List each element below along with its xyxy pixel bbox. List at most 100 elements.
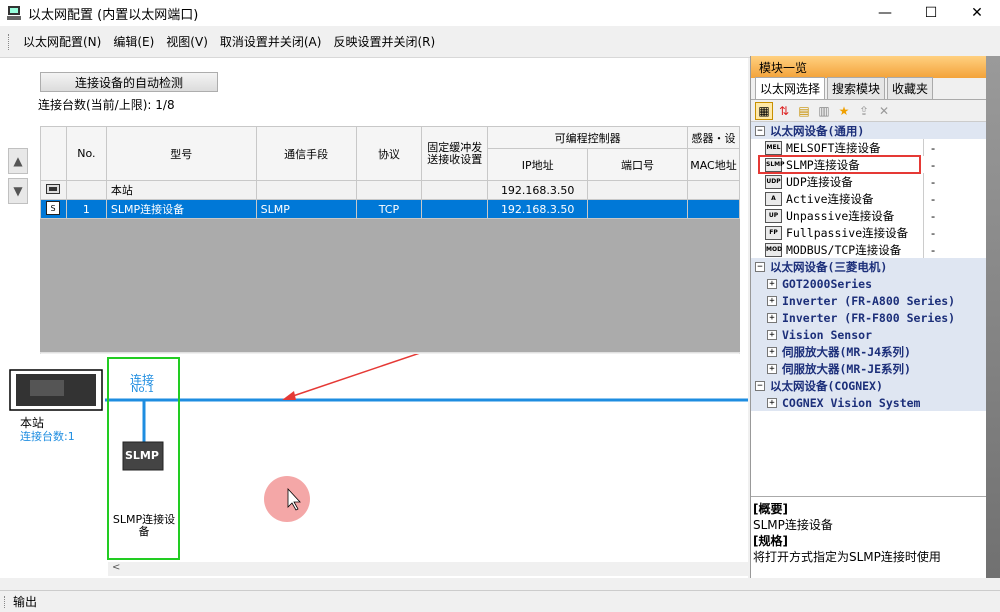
move-up-button[interactable]: ▲ bbox=[8, 148, 28, 174]
expand-icon[interactable]: + bbox=[767, 295, 777, 306]
connection-count: 连接台数(当前/上限): 1/8 bbox=[38, 98, 175, 112]
tree-item-inverter-a800[interactable]: + Inverter (FR-A800 Series) bbox=[751, 292, 1000, 309]
tree-group-label: 以太网设备(三菱电机) bbox=[770, 259, 888, 274]
tree-item-unpassive[interactable]: UP Unpassive连接设备 - bbox=[751, 207, 1000, 224]
device-table: No. 型号 通信手段 协议 固定缓冲发 送接收设置 可编程控制器 感器・设 I… bbox=[40, 126, 740, 219]
col-no[interactable]: No. bbox=[65, 126, 107, 181]
tree-group-mitsubishi[interactable]: − 以太网设备(三菱电机) bbox=[751, 258, 1000, 275]
slmp-device-icon: S bbox=[40, 199, 67, 219]
output-grip[interactable] bbox=[4, 595, 7, 608]
tree-item-servo-je[interactable]: + 伺服放大器(MR-JE系列) bbox=[751, 360, 1000, 377]
expand-all-icon[interactable]: ▤ bbox=[795, 102, 813, 120]
tree-item-active[interactable]: A Active连接设备 - bbox=[751, 190, 1000, 207]
collapse-all-icon[interactable]: ▥ bbox=[815, 102, 833, 120]
col-fixed-buffer[interactable]: 固定缓冲发 送接收设置 bbox=[421, 126, 489, 181]
slmp-device-box-label[interactable]: SLMP bbox=[125, 449, 159, 462]
col-port[interactable]: 端口号 bbox=[587, 148, 688, 181]
tree-item-inverter-f800[interactable]: + Inverter (FR-F800 Series) bbox=[751, 309, 1000, 326]
cell-ip: 192.168.3.50 bbox=[487, 180, 589, 200]
collapse-icon[interactable]: − bbox=[755, 380, 765, 391]
col-mac[interactable]: MAC地址 bbox=[686, 148, 740, 181]
cell-protocol[interactable]: TCP bbox=[355, 199, 423, 219]
cell-port[interactable] bbox=[587, 199, 688, 219]
tree-item-fullpassive[interactable]: FP Fullpassive连接设备 - bbox=[751, 224, 1000, 241]
tree-item-udp[interactable]: UDP UDP连接设备 - bbox=[751, 173, 1000, 190]
tab-ethernet-select[interactable]: 以太网选择 bbox=[755, 77, 826, 99]
autodetect-button[interactable]: 连接设备的自动检测 bbox=[40, 72, 218, 92]
tree-item-value: - bbox=[931, 208, 936, 223]
menu-ethernet-config[interactable]: 以太网配置(N) bbox=[17, 33, 107, 50]
add-favorite-icon[interactable]: ⇪ bbox=[855, 102, 873, 120]
tree-item-label: UDP连接设备 bbox=[786, 174, 853, 189]
close-button[interactable]: ✕ bbox=[954, 0, 1000, 26]
tree-item-label: Inverter (FR-A800 Series) bbox=[782, 293, 956, 308]
menu-view[interactable]: 视图(V) bbox=[160, 33, 214, 50]
expand-icon[interactable]: + bbox=[767, 312, 777, 323]
sort-category-icon[interactable]: ▦ bbox=[755, 101, 773, 120]
expand-icon[interactable]: + bbox=[767, 278, 777, 289]
collapse-icon[interactable]: − bbox=[755, 261, 765, 272]
cell-comm[interactable]: SLMP bbox=[255, 199, 357, 219]
col-protocol[interactable]: 协议 bbox=[355, 126, 423, 181]
minimize-button[interactable]: — bbox=[862, 0, 908, 26]
sort-az-icon[interactable]: ⇅ bbox=[775, 102, 793, 120]
col-sensor-group: 感器・设 bbox=[686, 126, 740, 149]
menu-apply-close[interactable]: 反映设置并关闭(R) bbox=[327, 33, 441, 50]
col-plc-group: 可编程控制器 bbox=[487, 126, 688, 149]
table-row-selected[interactable]: S 1 SLMP连接设备 SLMP TCP 192.168.3.50 bbox=[40, 199, 740, 219]
tree-item-label: Vision Sensor bbox=[782, 327, 873, 342]
title-bar: 以太网配置 (内置以太网端口) — ☐ ✕ bbox=[0, 0, 1000, 26]
slmp-device-label: SLMP连接设 备 bbox=[112, 513, 176, 538]
output-bar[interactable]: 输出 bbox=[0, 590, 1000, 612]
connection-number: No.1 bbox=[131, 384, 154, 395]
tree-item-slmp[interactable]: SLMP SLMP连接设备 - bbox=[758, 155, 935, 174]
tab-favorites[interactable]: 收藏夹 bbox=[887, 77, 934, 99]
module-tree: − 以太网设备(通用) MEL MELSOFT连接设备 - SLMP SLMP连… bbox=[751, 122, 1000, 411]
menu-cancel-close[interactable]: 取消设置并关闭(A) bbox=[214, 33, 328, 50]
cell-mac[interactable] bbox=[686, 199, 740, 219]
tree-item-servo-j4[interactable]: + 伺服放大器(MR-J4系列) bbox=[751, 343, 1000, 360]
network-diagram: 连接 No.1 本站 连接台数:1 SLMP SLMP连接设 备 < bbox=[0, 354, 748, 578]
delete-icon[interactable]: ✕ bbox=[875, 102, 893, 120]
active-device-icon: A bbox=[765, 191, 782, 206]
table-row-local[interactable]: 本站 192.168.3.50 bbox=[40, 180, 740, 200]
col-ip[interactable]: IP地址 bbox=[487, 148, 589, 181]
diagram-scroll-left-icon[interactable]: < bbox=[112, 562, 120, 573]
expand-icon[interactable]: + bbox=[767, 363, 777, 374]
local-station-icon bbox=[40, 180, 67, 200]
tab-search-module[interactable]: 搜索模块 bbox=[827, 77, 886, 99]
cell-ip[interactable]: 192.168.3.50 bbox=[487, 199, 589, 219]
expand-icon[interactable]: + bbox=[767, 329, 777, 340]
tree-item-value: - bbox=[931, 191, 936, 206]
tree-item-label: SLMP连接设备 bbox=[786, 157, 860, 172]
tree-group-general[interactable]: − 以太网设备(通用) bbox=[751, 122, 1000, 139]
toolbar-grip[interactable] bbox=[8, 33, 11, 50]
cell-mac bbox=[686, 180, 740, 200]
tree-item-label: MODBUS/TCP连接设备 bbox=[786, 242, 902, 257]
tree-item-melsoft[interactable]: MEL MELSOFT连接设备 - bbox=[751, 139, 1000, 156]
diagram-horizontal-scrollbar[interactable]: < bbox=[108, 562, 748, 576]
expand-icon[interactable]: + bbox=[767, 346, 777, 357]
move-down-button[interactable]: ▼ bbox=[8, 178, 28, 204]
expand-icon[interactable]: + bbox=[767, 397, 777, 408]
desc-summary-heading: [概要] bbox=[753, 502, 788, 516]
cell-fixed[interactable] bbox=[421, 199, 489, 219]
tree-item-vision-sensor[interactable]: + Vision Sensor bbox=[751, 326, 1000, 343]
tree-item-value: - bbox=[931, 157, 936, 172]
maximize-button[interactable]: ☐ bbox=[908, 0, 954, 26]
tree-group-label: 以太网设备(COGNEX) bbox=[770, 378, 883, 393]
favorite-star-icon[interactable]: ★ bbox=[835, 102, 853, 120]
tree-item-modbus[interactable]: MOD MODBUS/TCP连接设备 - bbox=[751, 241, 1000, 258]
tree-item-cognex-vision[interactable]: + COGNEX Vision System bbox=[751, 394, 1000, 411]
tree-item-got2000[interactable]: + GOT2000Series bbox=[751, 275, 1000, 292]
col-comm[interactable]: 通信手段 bbox=[255, 126, 357, 181]
menu-edit[interactable]: 编辑(E) bbox=[107, 33, 160, 50]
collapse-icon[interactable]: − bbox=[755, 125, 765, 136]
tree-group-cognex[interactable]: − 以太网设备(COGNEX) bbox=[751, 377, 1000, 394]
col-model[interactable]: 型号 bbox=[105, 126, 257, 181]
annotation-arrow-head bbox=[282, 391, 296, 400]
menu-bar: 以太网配置(N) 编辑(E) 视图(V) 取消设置并关闭(A) 反映设置并关闭(… bbox=[0, 26, 1000, 58]
cell-comm bbox=[255, 180, 357, 200]
fullpassive-device-icon: FP bbox=[765, 225, 782, 240]
cell-port bbox=[587, 180, 688, 200]
